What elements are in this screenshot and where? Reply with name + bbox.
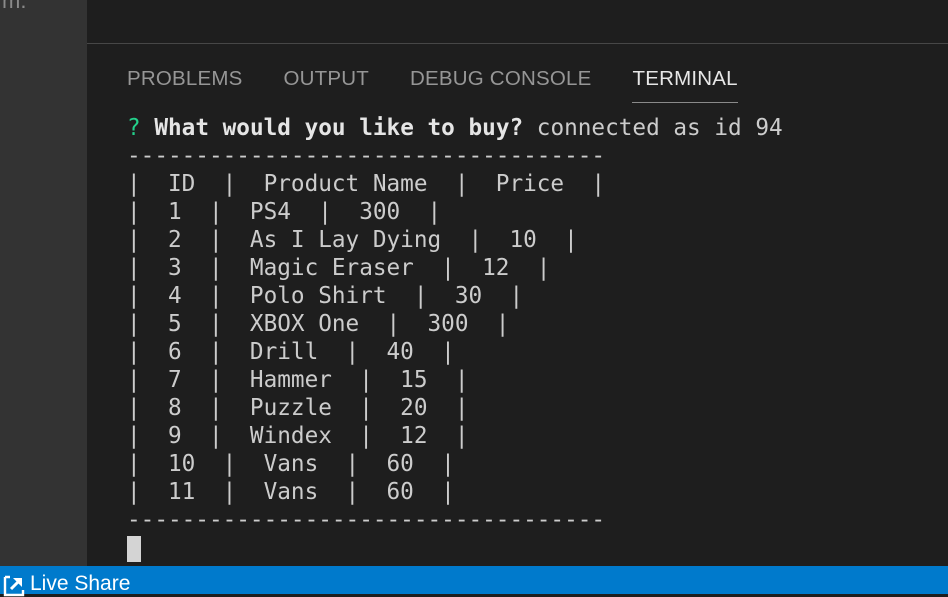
terminal-line: | 5 | XBOX One | 300 | bbox=[127, 311, 510, 337]
prompt-status: connected as id 94 bbox=[523, 115, 783, 141]
terminal-prompt-line: ? What would you like to buy? connected … bbox=[127, 114, 783, 142]
terminal-line: | ID | Product Name | Price | bbox=[127, 171, 606, 197]
terminal-input-line[interactable] bbox=[127, 534, 783, 562]
editor-area bbox=[87, 0, 948, 43]
terminal-line: ----------------------------------- bbox=[127, 507, 606, 533]
tab-output[interactable]: OUTPUT bbox=[284, 67, 369, 103]
tab-problems[interactable]: PROBLEMS bbox=[127, 67, 243, 103]
panel-tabs: PROBLEMS OUTPUT DEBUG CONSOLE TERMINAL bbox=[127, 67, 779, 103]
terminal-line: | 7 | Hammer | 15 | bbox=[127, 367, 469, 393]
terminal-line: | 10 | Vans | 60 | bbox=[127, 451, 455, 477]
terminal-line: | 3 | Magic Eraser | 12 | bbox=[127, 255, 551, 281]
terminal-line: | 2 | As I Lay Dying | 10 | bbox=[127, 227, 578, 253]
tab-terminal[interactable]: TERMINAL bbox=[632, 67, 738, 103]
prompt-symbol: ? bbox=[127, 115, 141, 141]
sidebar-text-fragment: m. bbox=[2, 0, 27, 13]
activity-sidebar: m. bbox=[0, 0, 87, 566]
tab-debug-console[interactable]: DEBUG CONSOLE bbox=[410, 67, 591, 103]
terminal-line: | 4 | Polo Shirt | 30 | bbox=[127, 283, 524, 309]
bottom-panel: PROBLEMS OUTPUT DEBUG CONSOLE TERMINAL ?… bbox=[87, 43, 948, 567]
terminal-line: | 1 | PS4 | 300 | bbox=[127, 199, 442, 225]
terminal-line: | 11 | Vans | 60 | bbox=[127, 479, 455, 505]
live-share-label: Live Share bbox=[30, 572, 131, 595]
terminal-line: ----------------------------------- bbox=[127, 143, 606, 169]
terminal-cursor bbox=[127, 536, 141, 562]
terminal-output[interactable]: ? What would you like to buy? connected … bbox=[127, 114, 783, 562]
terminal-line: | 9 | Windex | 12 | bbox=[127, 423, 469, 449]
terminal-line: | 8 | Puzzle | 20 | bbox=[127, 395, 469, 421]
prompt-question: What would you like to buy? bbox=[154, 115, 524, 141]
status-bar: Live Share bbox=[0, 566, 948, 597]
live-share-button[interactable]: Live Share bbox=[3, 572, 130, 597]
terminal-line: | 6 | Drill | 40 | bbox=[127, 339, 455, 365]
